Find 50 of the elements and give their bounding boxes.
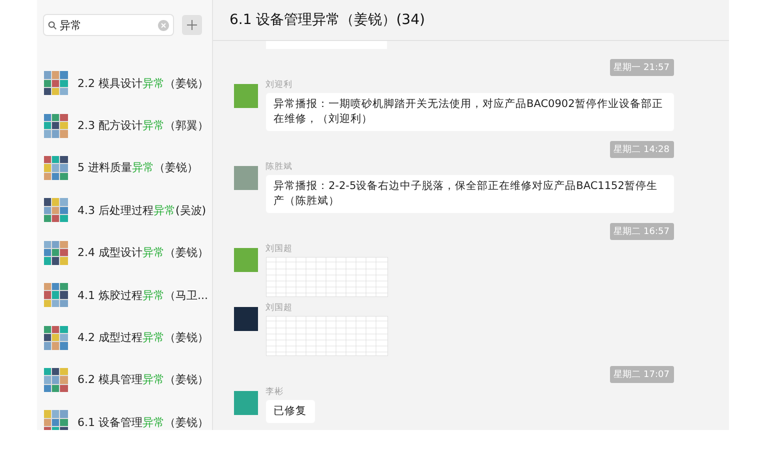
search-field[interactable]: 异常 [42,14,174,36]
avatar-placeholder [234,84,258,108]
chat-name: 4.2 成型过程异常（姜锐） [78,330,208,346]
timestamp: 星期二 16:57 [610,223,674,240]
chat-name: 5 进料质量异常（姜锐） [78,160,198,176]
chat-name: 2.3 配方设计异常（郭翼） [78,118,208,134]
timestamp: 星期二 17:07 [610,366,674,383]
sender-name: 李彬 [266,387,284,398]
group-avatar [44,368,68,392]
group-avatar [44,240,68,265]
chat-list-item[interactable]: 2.4 成型设计异常（姜锐） [36,232,212,274]
search-icon [48,20,56,30]
avatar-placeholder [234,391,258,415]
group-avatar [44,156,68,180]
chat-list-item[interactable]: 6.2 模具管理异常（姜锐） [36,358,212,402]
close-icon [160,22,166,28]
add-button[interactable] [182,15,202,35]
group-avatar [44,114,68,138]
chat-list-item[interactable]: 4.2 成型过程异常（姜锐） [36,316,212,359]
chat-title: 6.1 设备管理异常（姜锐）(34) [230,11,425,29]
message-bubble: 已修复 [266,400,314,423]
sender-name: 陈胜斌 [266,162,294,173]
message-bubble: 异常播报：一期喷砂机脚踏开关无法使用，对应产品BAC0902暂停作业设备部正在维修，（刘迎利） [266,93,674,131]
chat-name: 2.4 成型设计异常（姜锐） [78,245,208,260]
chat-name: 2.2 模具设计异常（姜锐） [78,76,208,91]
sender-name: 刘国超 [266,303,294,314]
chat-name: 6.1 设备管理异常（姜锐） [78,414,208,430]
avatar-placeholder [234,166,258,190]
chat-list-item[interactable]: 4.3 后处理过程异常(吴波) [36,189,212,232]
chat-list-item[interactable]: 5 进料质量异常（姜锐） [36,146,212,190]
chat-list-item[interactable]: 6.1 设备管理异常（姜锐） [36,401,212,430]
avatar-placeholder [234,248,258,272]
group-avatar [44,326,68,350]
group-avatar [44,198,68,222]
group-avatar [44,71,68,96]
chat-list-item[interactable]: 2.3 配方设计异常（郭翼） [36,104,212,147]
avatar-placeholder [234,307,258,331]
chat-list-item[interactable]: 4.1 炼胶过程异常（马卫... [36,274,212,316]
chat-name: 6.2 模具管理异常（姜锐） [78,372,208,388]
chat-list-item[interactable]: 2.2 模具设计异常（姜锐） [36,62,212,104]
sender-name: 刘国超 [266,244,294,255]
search-input[interactable]: 异常 [60,18,154,32]
timestamp: 星期一 21:57 [610,59,674,76]
timestamp: 星期二 14:28 [610,141,674,158]
sender-name: 刘迎利 [266,80,294,91]
group-avatar [44,283,68,308]
plus-icon [186,20,196,30]
message-bubble: 异常播报：2-2-5设备右边中子脱落，保全部正在维修对应产品BAC1152暂停生产（陈胜斌） [266,175,674,213]
chat-name: 4.1 炼胶过程异常（马卫... [78,288,208,303]
chat-name: 4.3 后处理过程异常(吴波) [78,202,206,218]
